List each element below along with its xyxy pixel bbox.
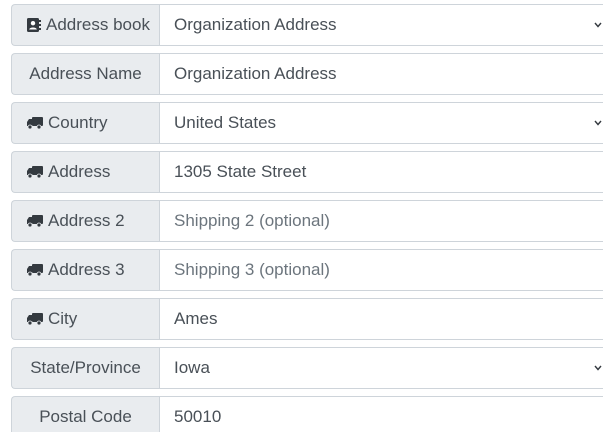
address2-input[interactable]	[174, 211, 603, 231]
state-addon: State/Province	[11, 347, 159, 389]
address-book-label: Address book	[46, 15, 150, 34]
chevron-down-icon	[593, 363, 603, 373]
address-field[interactable]: 1305 State Street	[159, 151, 603, 193]
address-name-row: Address Name Organization Address	[11, 53, 603, 95]
country-select[interactable]: United States	[159, 102, 603, 144]
address-book-addon: Address book	[11, 4, 159, 46]
address3-addon: Address 3	[11, 249, 159, 291]
address-name-addon: Address Name	[11, 53, 159, 95]
state-selected: Iowa	[174, 358, 210, 377]
address2-label: Address 2	[48, 211, 125, 230]
city-row: City Ames	[11, 298, 603, 340]
address2-field[interactable]	[159, 200, 603, 242]
address-label: Address	[48, 162, 111, 181]
country-label: Country	[48, 113, 108, 132]
state-label: State/Province	[30, 358, 141, 377]
truck-icon	[26, 214, 44, 228]
address-book-row: Address book Organization Address	[11, 4, 603, 46]
postal-code-row: Postal Code 50010	[11, 396, 603, 432]
chevron-down-icon	[593, 118, 603, 128]
truck-icon	[26, 312, 44, 326]
country-selected: United States	[174, 113, 277, 132]
address-name-field[interactable]: Organization Address	[159, 53, 603, 95]
state-select[interactable]: Iowa	[159, 347, 603, 389]
truck-icon	[26, 116, 44, 130]
state-row: State/Province Iowa	[11, 347, 603, 389]
address3-field[interactable]	[159, 249, 603, 291]
city-addon: City	[11, 298, 159, 340]
address2-addon: Address 2	[11, 200, 159, 242]
postal-code-label: Postal Code	[39, 407, 132, 426]
postal-code-value: 50010	[174, 407, 222, 426]
chevron-down-icon	[593, 20, 603, 30]
address2-row: Address 2	[11, 200, 603, 242]
address-value: 1305 State Street	[174, 162, 307, 181]
truck-icon	[26, 263, 44, 277]
address3-label: Address 3	[48, 260, 125, 279]
address3-input[interactable]	[174, 260, 603, 280]
address-name-label: Address Name	[29, 64, 142, 83]
address-book-select[interactable]: Organization Address	[159, 4, 603, 46]
city-value: Ames	[174, 309, 218, 328]
country-addon: Country	[11, 102, 159, 144]
address-name-value: Organization Address	[174, 64, 337, 83]
postal-code-field[interactable]: 50010	[159, 396, 603, 432]
postal-code-addon: Postal Code	[11, 396, 159, 432]
truck-icon	[26, 165, 44, 179]
city-field[interactable]: Ames	[159, 298, 603, 340]
city-label: City	[48, 309, 78, 328]
address-book-icon	[26, 17, 42, 33]
address-book-selected: Organization Address	[174, 15, 337, 34]
shipping-address-form: Address book Organization Address Addres…	[0, 0, 603, 432]
country-row: Country United States	[11, 102, 603, 144]
address-row: Address 1305 State Street	[11, 151, 603, 193]
address3-row: Address 3	[11, 249, 603, 291]
address-addon: Address	[11, 151, 159, 193]
